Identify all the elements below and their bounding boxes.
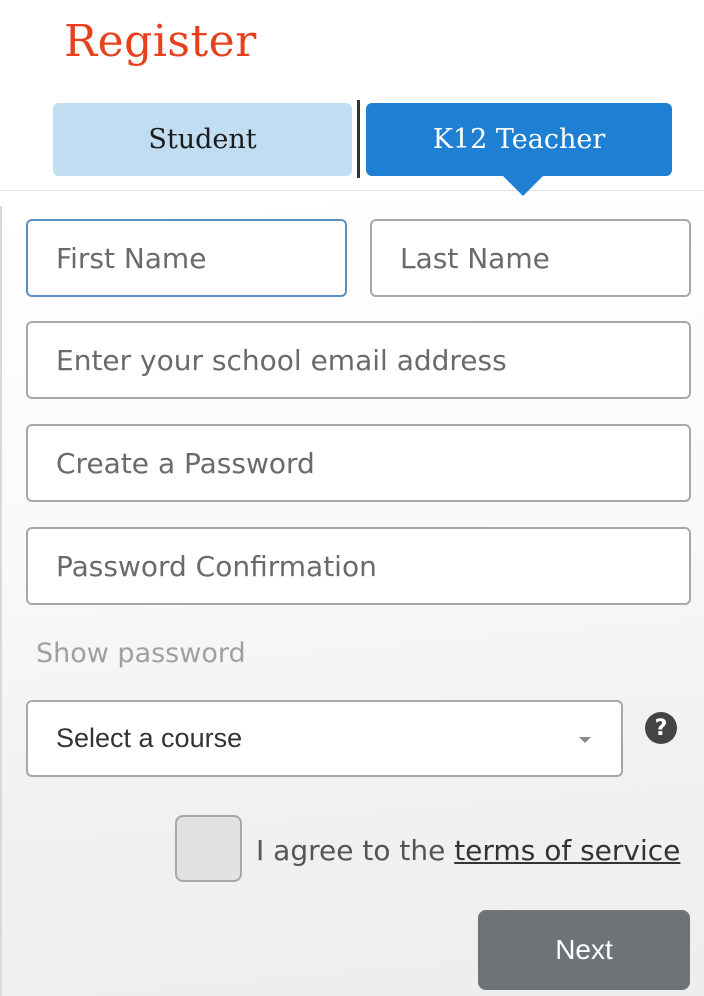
password-confirmation-placeholder: Password Confirmation [56, 549, 377, 583]
help-icon[interactable]: ? [645, 712, 677, 744]
first-name-placeholder: First Name [56, 241, 207, 275]
header: Register Student K12 Teacher [0, 0, 704, 196]
course-select[interactable]: Select a course [26, 700, 623, 777]
next-button[interactable]: Next [478, 910, 690, 990]
page-title: Register [64, 16, 257, 67]
active-tab-pointer [503, 176, 543, 196]
tab-student[interactable]: Student [53, 103, 352, 176]
course-select-value: Select a course [56, 723, 243, 753]
password-placeholder: Create a Password [56, 446, 315, 480]
password-field[interactable]: Create a Password [26, 424, 691, 502]
first-name-field[interactable]: First Name [26, 219, 347, 297]
last-name-placeholder: Last Name [400, 241, 550, 275]
tab-k12-teacher[interactable]: K12 Teacher [366, 103, 672, 176]
chevron-down-icon [579, 737, 591, 743]
show-password-toggle[interactable]: Show password [36, 638, 246, 669]
email-placeholder: Enter your school email address [56, 343, 507, 377]
tab-student-label: Student [148, 124, 257, 155]
tab-k12-teacher-label: K12 Teacher [432, 124, 606, 155]
tab-divider [357, 100, 360, 178]
agree-prefix: I agree to the [256, 834, 455, 867]
terms-of-service-link[interactable]: terms of service [454, 834, 680, 867]
email-field[interactable]: Enter your school email address [26, 321, 691, 399]
next-button-label: Next [555, 934, 613, 965]
terms-checkbox[interactable] [175, 815, 242, 882]
agree-text: I agree to the terms of service [256, 834, 680, 867]
password-confirmation-field[interactable]: Password Confirmation [26, 527, 691, 605]
last-name-field[interactable]: Last Name [370, 219, 691, 297]
